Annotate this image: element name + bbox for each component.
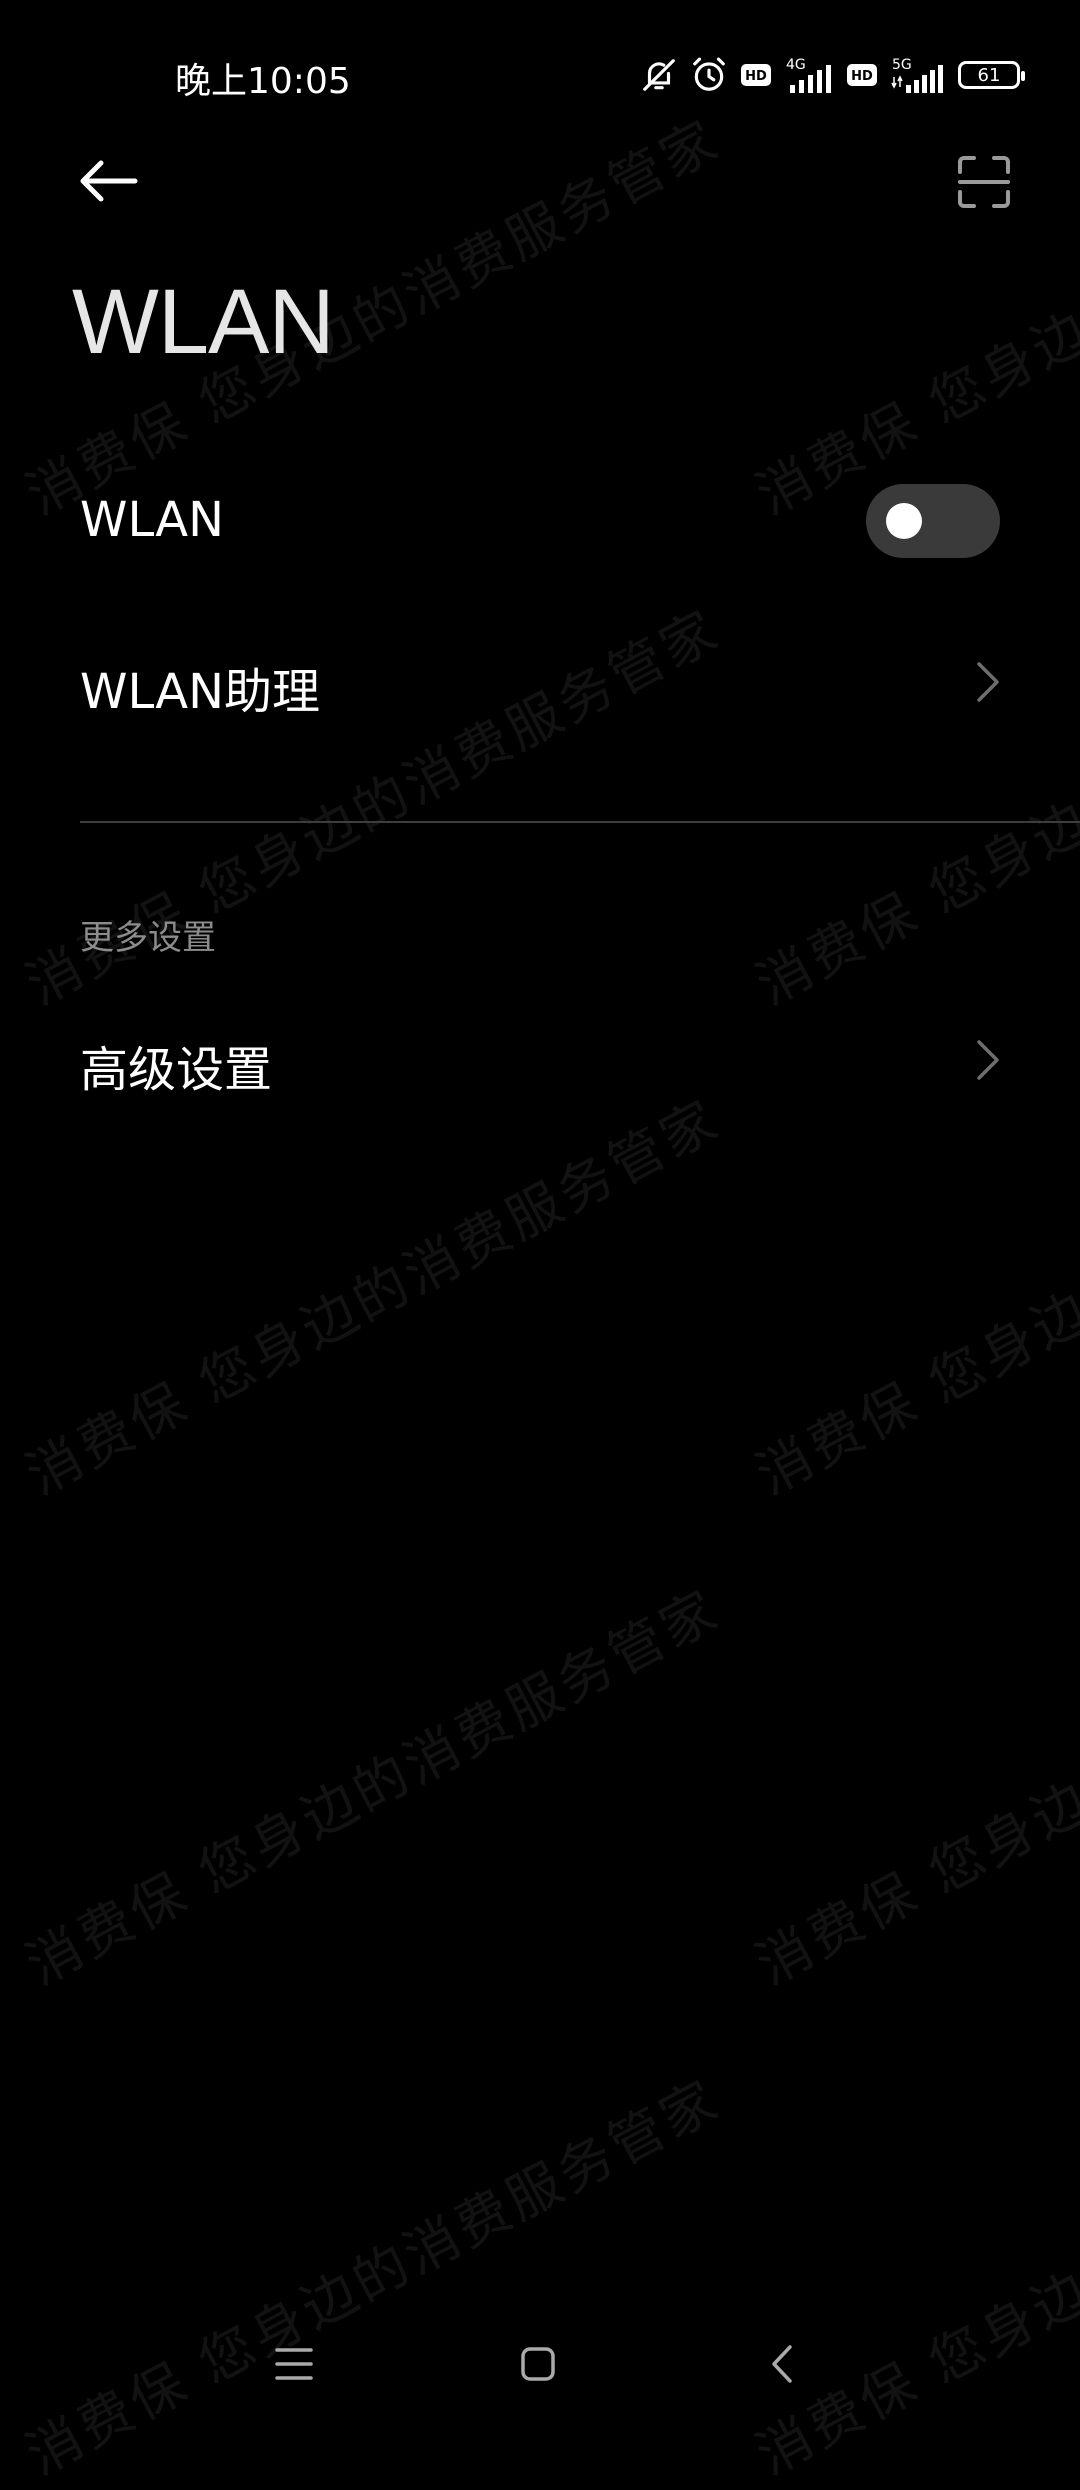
signal-icon: 4G (784, 55, 834, 95)
toggle-knob (886, 503, 922, 539)
back-button[interactable] (72, 150, 146, 216)
battery-icon: 61 (958, 61, 1025, 89)
hd-label: HD (745, 69, 767, 84)
home-icon (520, 2346, 556, 2386)
watermark-text: 消费保 您身边的消费服务管家 (16, 1577, 731, 1998)
status-time: 晚上10:05 (175, 61, 351, 102)
wlan-toggle[interactable] (866, 484, 1000, 558)
wlan-label: WLAN (80, 492, 225, 548)
hd-icon: HD (740, 61, 772, 89)
watermark-text: 消费保 您身边的消费服务管家 (746, 107, 1080, 528)
divider (80, 821, 1080, 823)
section-header-more-settings: 更多设置 (80, 918, 216, 958)
sim1-network-label: 4G (786, 57, 806, 73)
alarm-icon (690, 56, 728, 94)
watermark-text: 消费保 您身边的消费服务管家 (746, 1577, 1080, 1998)
arrow-left-icon (79, 159, 139, 207)
advanced-settings-label: 高级设置 (80, 1042, 273, 1098)
chevron-right-icon (975, 660, 1001, 704)
recent-apps-button[interactable] (264, 2336, 324, 2396)
advanced-settings-row[interactable]: 高级设置 (0, 1008, 1080, 1108)
status-bar: 晚上10:05 HD 4G HD 5G 61 (0, 0, 1080, 150)
battery-level: 61 (977, 64, 1001, 86)
bell-off-icon (640, 56, 678, 94)
hd-icon: HD (846, 61, 878, 89)
watermark-text: 消费保 您身边的消费服务管家 (746, 1087, 1080, 1508)
watermark-text: 消费保 您身边的消费服务管家 (746, 2067, 1080, 2488)
scan-button[interactable] (950, 150, 1018, 218)
back-icon (770, 2344, 794, 2388)
wlan-assistant-row[interactable]: WLAN助理 (0, 630, 1080, 730)
watermark-text: 消费保 您身边的消费服务管家 (16, 2067, 731, 2488)
signal-icon: 5G (890, 55, 946, 95)
chevron-right-icon (975, 1038, 1001, 1082)
wlan-toggle-row[interactable]: WLAN (0, 470, 1080, 570)
home-button[interactable] (508, 2336, 568, 2396)
status-icons: HD 4G HD 5G 61 (640, 52, 1025, 98)
wlan-assistant-label: WLAN助理 (80, 664, 321, 720)
sim2-network-label: 5G (892, 57, 912, 73)
watermark-text: 消费保 您身边的消费服务管家 (16, 1087, 731, 1508)
hd-label: HD (851, 69, 873, 84)
page-title: WLAN (72, 271, 335, 373)
nav-back-button[interactable] (752, 2336, 812, 2396)
menu-icon (274, 2347, 314, 2385)
scan-icon (958, 156, 1010, 212)
navigation-bar (0, 2300, 1080, 2400)
